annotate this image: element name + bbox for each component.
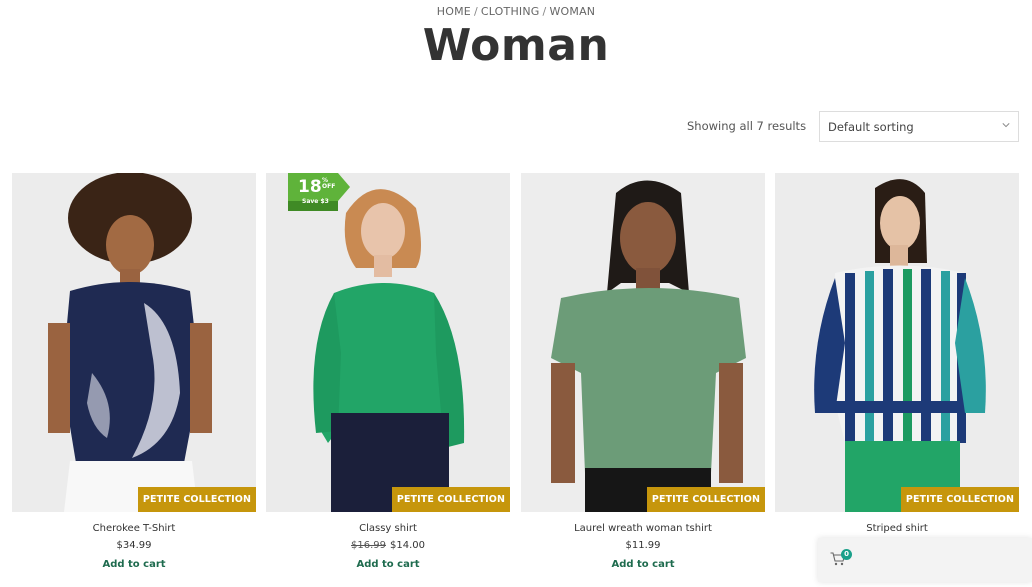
add-to-cart-button[interactable]: Add to cart	[102, 559, 165, 570]
petite-collection-badge: PETITE COLLECTION	[900, 487, 1019, 512]
add-to-cart-button[interactable]: Add to cart	[611, 559, 674, 570]
breadcrumb-separator: /	[473, 5, 478, 18]
petite-collection-badge: PETITE COLLECTION	[391, 487, 510, 512]
current-price: $11.99	[625, 540, 661, 551]
product-photo-laurel-tshirt	[521, 173, 765, 512]
product-price: $16.99 $14.00	[266, 540, 510, 551]
product-image[interactable]: PETITE COLLECTION	[521, 173, 765, 512]
product-price: $11.99	[521, 540, 765, 551]
product-info: Classy shirt $16.99 $14.00 Add to cart	[266, 523, 510, 571]
sale-percent: 18	[298, 177, 322, 197]
petite-collection-badge: PETITE COLLECTION	[646, 487, 765, 512]
add-to-cart-button[interactable]: Add to cart	[356, 559, 419, 570]
product-title[interactable]: Striped shirt	[775, 523, 1019, 534]
breadcrumb: HOME / CLOTHING / WOMAN	[0, 5, 1032, 18]
current-price: $14.00	[390, 540, 425, 551]
product-card: 18 % OFF Save $3 PETITE COLLECTION Classy…	[266, 173, 510, 571]
breadcrumb-current: WOMAN	[549, 5, 596, 18]
sale-save-amount: Save $3	[302, 198, 329, 205]
breadcrumb-home-link[interactable]: HOME	[437, 5, 471, 18]
mini-cart[interactable]: 0	[818, 538, 1032, 582]
sale-percent-symbol: % OFF	[322, 178, 335, 190]
product-info: Striped shirt	[775, 523, 1019, 534]
chevron-down-icon	[1002, 123, 1010, 128]
product-card: PETITE COLLECTION Striped shirt	[775, 173, 1019, 534]
page-title: Woman	[422, 20, 610, 71]
product-image[interactable]: 18 % OFF Save $3 PETITE COLLECTION	[266, 173, 510, 512]
cart-count-badge: 0	[841, 549, 852, 560]
breadcrumb-separator: /	[542, 5, 547, 18]
sort-select-value: Default sorting	[828, 120, 914, 134]
product-title[interactable]: Cherokee T-Shirt	[12, 523, 256, 534]
current-price: $34.99	[116, 540, 152, 551]
sort-select[interactable]: Default sorting	[819, 111, 1019, 142]
product-title[interactable]: Laurel wreath woman tshirt	[521, 523, 765, 534]
sale-off: OFF	[322, 183, 336, 190]
petite-collection-badge: PETITE COLLECTION	[137, 487, 256, 512]
product-photo-striped-shirt	[775, 173, 1019, 512]
product-card: PETITE COLLECTION Laurel wreath woman ts…	[521, 173, 765, 571]
result-count: Showing all 7 results	[687, 119, 807, 133]
product-card: PETITE COLLECTION Cherokee T-Shirt $34.9…	[12, 173, 256, 571]
sale-badge: 18 % OFF Save $3	[288, 173, 350, 213]
product-image[interactable]: PETITE COLLECTION	[775, 173, 1019, 512]
product-info: Cherokee T-Shirt $34.99 Add to cart	[12, 523, 256, 571]
product-photo-classy-shirt	[266, 173, 510, 512]
product-photo-cherokee	[12, 173, 256, 512]
product-title[interactable]: Classy shirt	[266, 523, 510, 534]
product-info: Laurel wreath woman tshirt $11.99 Add to…	[521, 523, 765, 571]
old-price: $16.99	[351, 540, 386, 551]
breadcrumb-clothing-link[interactable]: CLOTHING	[481, 5, 540, 18]
product-price: $34.99	[12, 540, 256, 551]
product-image[interactable]: PETITE COLLECTION	[12, 173, 256, 512]
